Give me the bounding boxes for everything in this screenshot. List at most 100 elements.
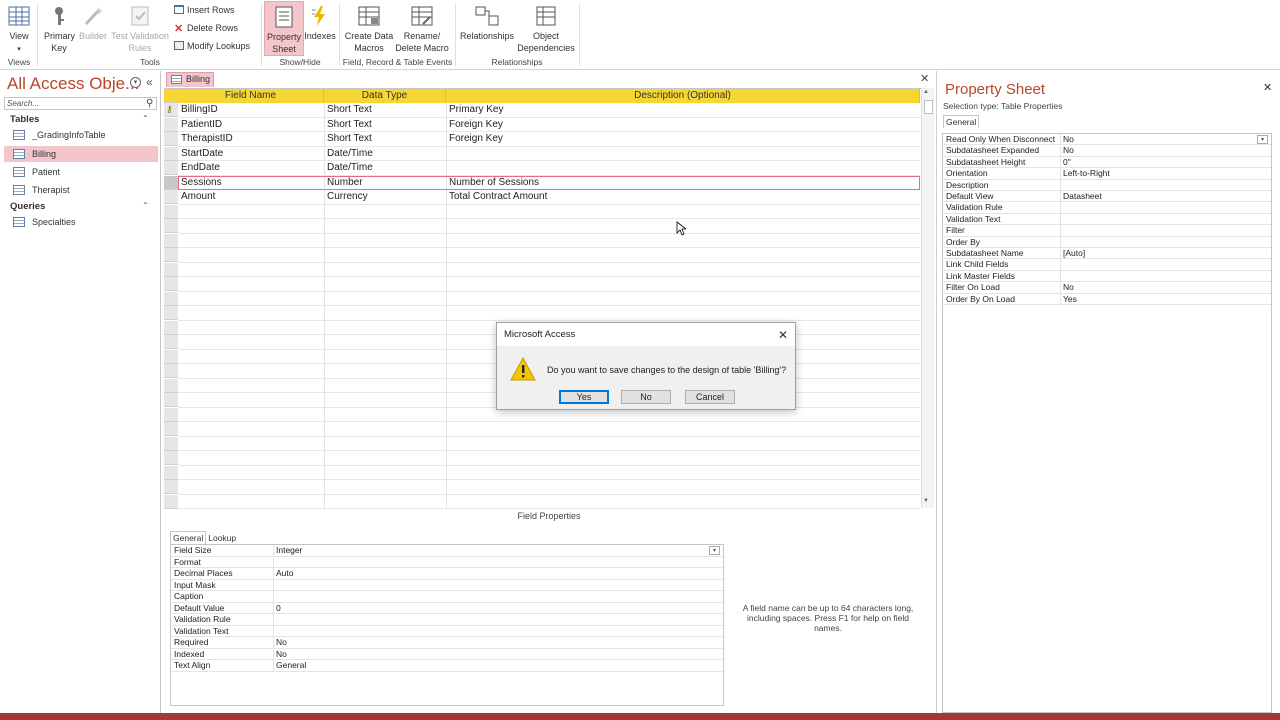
nav-query-item[interactable]: Specialties — [4, 214, 158, 230]
field-property-row[interactable]: Indexed No — [171, 648, 723, 660]
tab-lookup[interactable]: Lookup — [206, 532, 238, 544]
object-dependencies-button[interactable]: Object Dependencies — [516, 4, 576, 54]
row-selector[interactable] — [164, 219, 178, 233]
property-sheet-row[interactable]: Validation Text — [943, 213, 1271, 226]
field-property-row[interactable]: Decimal Places Auto — [171, 568, 723, 580]
tables-section-header[interactable]: Tables ⌃ — [10, 114, 149, 125]
nav-table-item[interactable]: Therapist — [4, 182, 158, 198]
search-icon[interactable]: ⚲ — [146, 98, 153, 109]
data-type-cell[interactable]: Date/Time — [324, 147, 446, 161]
row-selector[interactable] — [164, 335, 178, 349]
row-selector[interactable] — [164, 277, 178, 291]
field-property-row[interactable]: Field Size Integer ▾ — [171, 545, 723, 557]
property-value[interactable]: Yes — [1063, 294, 1077, 305]
test-validation-button[interactable]: Test Validation Rules — [110, 4, 170, 54]
property-sheet-button[interactable]: Property Sheet — [264, 1, 304, 56]
property-value[interactable]: General — [276, 660, 306, 671]
rename-delete-macro-button[interactable]: Rename/ Delete Macro — [395, 4, 449, 54]
dropdown-arrow-icon[interactable]: ▾ — [1257, 135, 1268, 144]
property-sheet-row[interactable]: Subdatasheet Name [Auto] — [943, 248, 1271, 260]
nav-table-item[interactable]: _GradingInfoTable — [4, 127, 158, 143]
row-selector[interactable] — [164, 320, 178, 335]
property-sheet-row[interactable]: Filter On Load No — [943, 282, 1271, 294]
column-header-data-type[interactable]: Data Type — [324, 89, 446, 103]
field-property-row[interactable]: Validation Rule — [171, 614, 723, 626]
row-selector[interactable] — [164, 204, 178, 219]
property-sheet-row[interactable]: Description — [943, 179, 1271, 191]
row-selector[interactable] — [164, 494, 178, 509]
field-name-cell[interactable]: PatientID — [178, 118, 324, 132]
tab-general[interactable]: General — [170, 531, 207, 544]
data-type-cell[interactable]: Short Text — [324, 103, 446, 117]
row-selector[interactable] — [164, 407, 178, 422]
data-type-cell[interactable]: Short Text — [324, 118, 446, 132]
field-property-row[interactable]: Input Mask — [171, 579, 723, 591]
shutter-bar-close-icon[interactable]: « — [146, 75, 153, 89]
row-selector[interactable] — [164, 378, 178, 393]
description-cell[interactable] — [446, 147, 920, 161]
property-value[interactable]: No — [276, 649, 287, 660]
row-selector[interactable] — [164, 161, 178, 175]
field-property-row[interactable]: Caption — [171, 591, 723, 603]
description-cell[interactable]: Foreign Key — [446, 118, 920, 132]
document-tab-billing[interactable]: Billing — [166, 72, 214, 87]
insert-rows-button[interactable]: Insert Rows — [174, 4, 235, 16]
yes-button[interactable]: Yes — [559, 390, 609, 404]
builder-button[interactable]: Builder — [77, 4, 109, 42]
view-button[interactable]: View ▾ — [4, 4, 34, 56]
row-selector[interactable] — [164, 117, 178, 132]
row-selector[interactable] — [164, 262, 178, 277]
description-cell[interactable]: Foreign Key — [446, 132, 920, 146]
property-sheet-row[interactable]: Subdatasheet Expanded No — [943, 145, 1271, 157]
scroll-thumb[interactable] — [924, 100, 933, 114]
row-selector[interactable] — [164, 451, 178, 465]
row-selector[interactable] — [164, 306, 178, 320]
field-property-row[interactable]: Format — [171, 556, 723, 568]
description-cell[interactable]: Total Contract Amount — [446, 190, 920, 204]
row-selector[interactable] — [164, 248, 178, 262]
data-type-cell[interactable]: Number — [324, 176, 446, 190]
primary-key-button[interactable]: Primary Key — [42, 4, 76, 54]
field-property-row[interactable]: Required No — [171, 637, 723, 649]
property-sheet-row[interactable]: Order By — [943, 236, 1271, 248]
property-value[interactable]: Auto — [276, 568, 294, 579]
property-sheet-row[interactable]: Link Child Fields — [943, 259, 1271, 271]
property-sheet-row[interactable]: Validation Rule — [943, 202, 1271, 214]
description-cell[interactable]: Primary Key — [446, 103, 920, 117]
field-name-cell[interactable]: Sessions — [178, 176, 324, 190]
row-selector[interactable] — [164, 146, 178, 161]
data-type-cell[interactable]: Currency — [324, 190, 446, 204]
property-value[interactable]: No — [1063, 134, 1074, 145]
property-value[interactable]: 0" — [1063, 157, 1071, 168]
property-sheet-row[interactable]: Orientation Left-to-Right — [943, 168, 1271, 180]
nav-table-item[interactable]: Billing — [4, 146, 158, 162]
field-name-cell[interactable]: EndDate — [178, 161, 324, 175]
close-document-icon[interactable]: ✕ — [920, 72, 929, 85]
property-value[interactable]: No — [276, 637, 287, 648]
data-type-cell[interactable]: Short Text — [324, 132, 446, 146]
no-button[interactable]: No — [621, 390, 671, 404]
modify-lookups-button[interactable]: Modify Lookups — [174, 40, 250, 52]
property-value[interactable]: [Auto] — [1063, 248, 1085, 259]
property-value[interactable]: No — [1063, 282, 1074, 293]
row-selector[interactable] — [164, 175, 178, 190]
property-sheet-row[interactable]: Order By On Load Yes — [943, 293, 1271, 305]
row-selector[interactable] — [164, 422, 178, 436]
property-sheet-row[interactable]: Default View Datasheet — [943, 191, 1271, 203]
column-header-description[interactable]: Description (Optional) — [446, 89, 920, 103]
collapse-chevron-icon[interactable]: ⌃ — [142, 201, 149, 210]
property-value[interactable]: Integer — [276, 545, 302, 556]
property-sheet-row[interactable]: Subdatasheet Height 0" — [943, 156, 1271, 169]
row-selector[interactable] — [164, 364, 178, 378]
row-selector[interactable] — [164, 465, 178, 480]
field-name-cell[interactable]: TherapistID — [178, 132, 324, 146]
property-sheet-row[interactable]: Link Master Fields — [943, 270, 1271, 283]
property-sheet-row[interactable]: Read Only When Disconnect No ▾ — [943, 134, 1271, 146]
field-property-row[interactable]: Text Align General — [171, 660, 723, 672]
collapse-chevron-icon[interactable]: ⌃ — [142, 114, 149, 123]
scroll-up-arrow-icon[interactable]: ▲ — [923, 89, 929, 95]
row-selector[interactable] — [164, 132, 178, 146]
row-selector[interactable] — [164, 190, 178, 204]
property-value[interactable]: Left-to-Right — [1063, 168, 1110, 179]
field-name-cell[interactable]: BillingID — [178, 103, 324, 117]
